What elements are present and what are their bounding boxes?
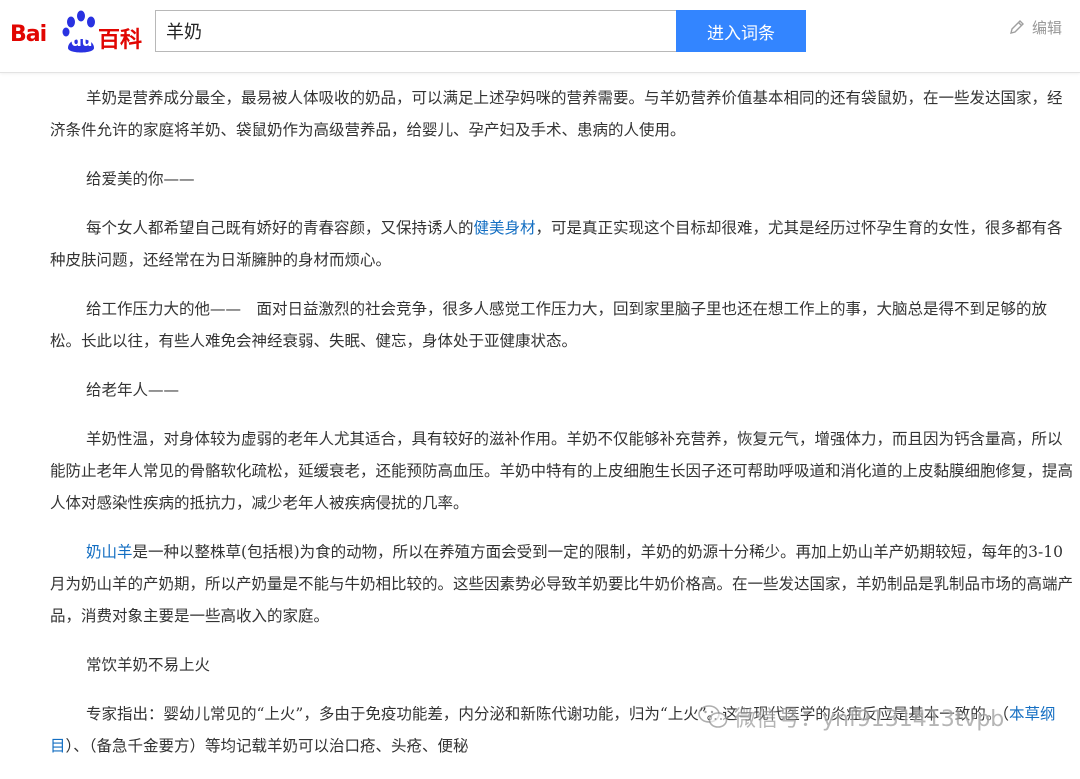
top-bar: Bai du 百科 进入词条 编辑 (0, 0, 1080, 73)
edit-button[interactable]: 编辑 (1008, 15, 1062, 39)
paragraph-dairy-goat-text: 是一种以整株草(包括根)为食的动物，所以在养殖方面会受到一定的限制，羊奶的奶源十… (50, 543, 1074, 625)
subheading-for-elderly: 给老年人—— (86, 381, 180, 399)
enter-entry-button[interactable]: 进入词条 (676, 10, 806, 52)
wechat-icon (698, 705, 728, 728)
link-fitness-figure[interactable]: 健美身材 (474, 219, 536, 237)
article-body: 羊奶是营养成分最全，最易被人体吸收的奶品，可以满足上述孕妈咪的营养需要。与羊奶营… (50, 82, 1075, 779)
logo-baike-text: 百科 (98, 28, 143, 53)
search-input[interactable] (155, 10, 683, 52)
wechat-watermark: 微信号：ynf9131413tvpb (698, 700, 1004, 734)
paragraph-beauty: 每个女人都希望自己既有娇好的青春容颜，又保持诱人的健美身材，可是真正实现这个目标… (50, 212, 1075, 276)
logo-bai-text: Bai (10, 22, 47, 47)
logo-du-text: du (71, 32, 93, 50)
paragraph-elderly: 羊奶性温，对身体较为虚弱的老年人尤其适合，具有较好的滋补作用。羊奶不仅能够补充营… (50, 430, 1074, 512)
paragraph-expert-text-c: ）、（备急千金要方）等均记载羊奶可以治口疮、头疮、便秘 (65, 737, 469, 755)
paragraph-dairy-goat: 奶山羊是一种以整株草(包括根)为食的动物，所以在养殖方面会受到一定的限制，羊奶的… (50, 536, 1075, 632)
edit-label: 编辑 (1031, 18, 1062, 37)
subheading-for-beauty: 给爱美的你—— (86, 170, 195, 188)
baidu-baike-logo[interactable]: Bai du 百科 (10, 10, 150, 54)
link-dairy-goat[interactable]: 奶山羊 (86, 543, 133, 561)
paragraph-work-pressure: 给工作压力大的他—— 面对日益激烈的社会竞争，很多人感觉工作压力大，回到家里脑子… (50, 300, 1048, 350)
paragraph-beauty-text-a: 每个女人都希望自己既有娇好的青春容颜，又保持诱人的 (86, 219, 474, 237)
pencil-icon (1010, 20, 1024, 34)
paragraph-expert-text-a: 专家指出：婴幼儿常见的“上火”，多由于免疫功能差，内分泌和新陈代谢功能 (86, 705, 614, 723)
watermark-text: 微信号：ynf9131413tvpb (734, 707, 1005, 732)
search-bar: 进入词条 (155, 10, 806, 52)
subheading-no-internal-heat: 常饮羊奶不易上火 (86, 656, 211, 674)
paragraph-goat-milk-intro: 羊奶是营养成分最全，最易被人体吸收的奶品，可以满足上述孕妈咪的营养需要。与羊奶营… (50, 89, 1063, 139)
